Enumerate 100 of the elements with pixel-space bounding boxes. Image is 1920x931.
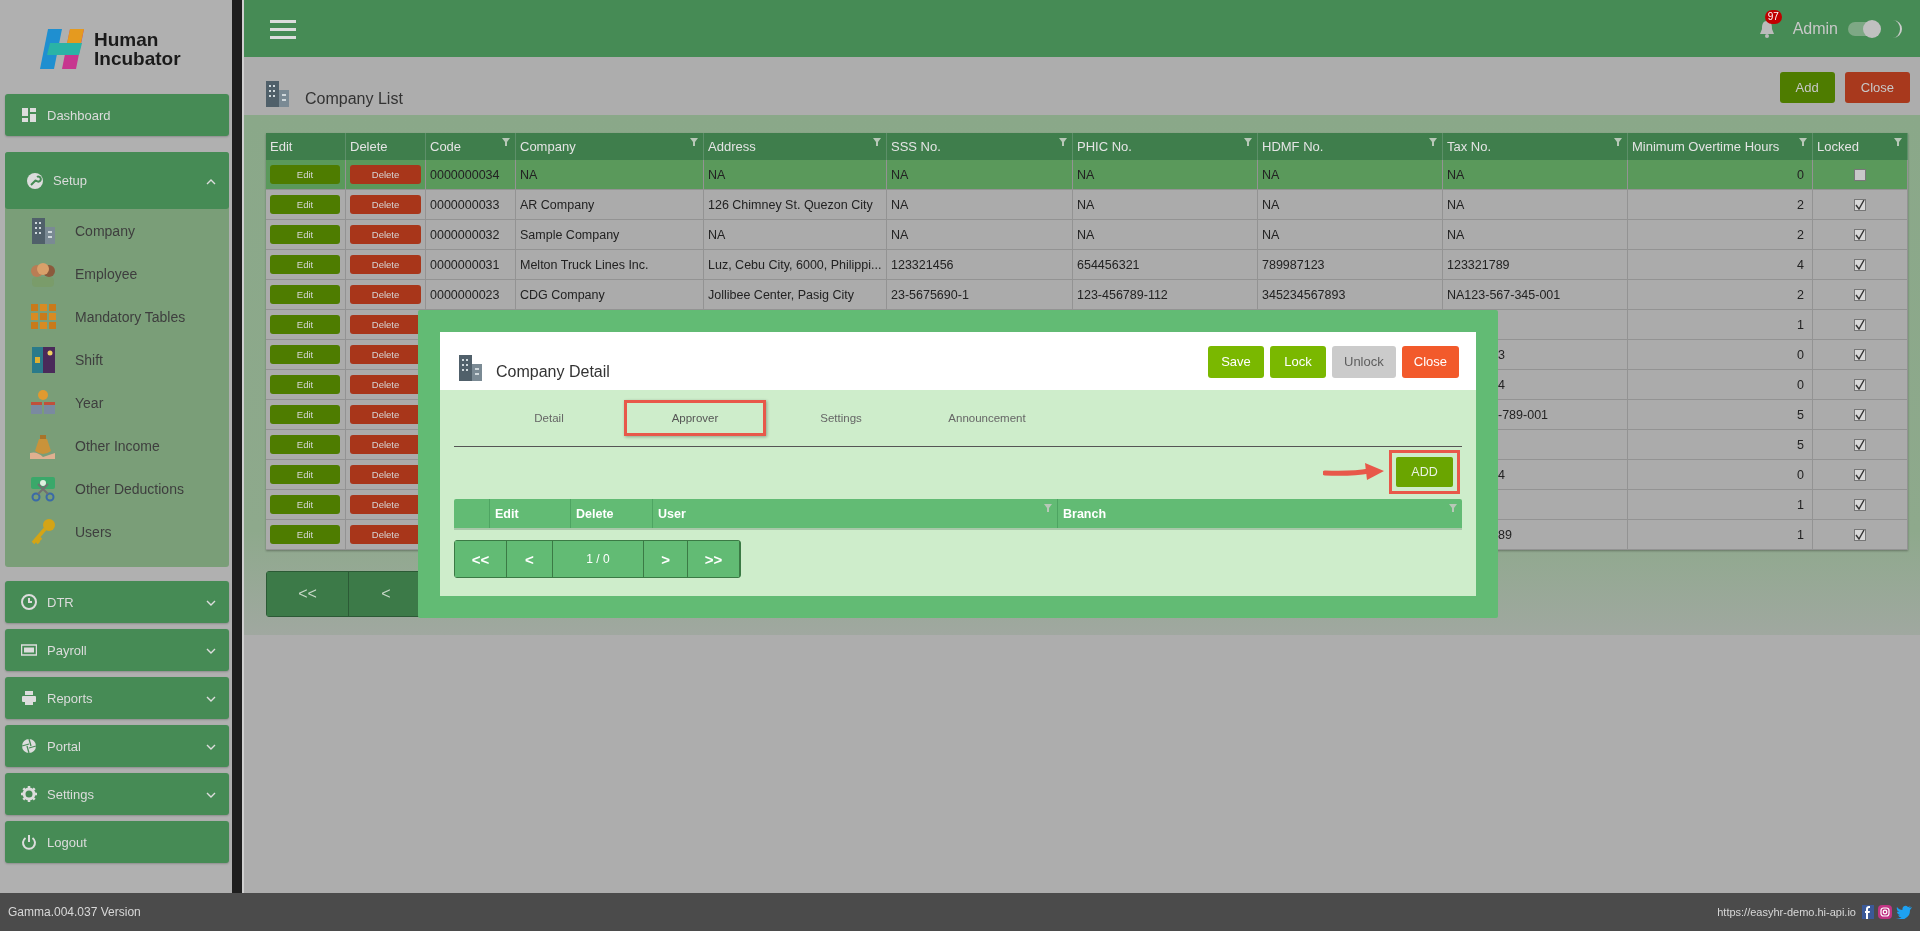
gear-icon: [21, 786, 37, 802]
table-cell: -789-001: [1498, 407, 1549, 422]
close-button[interactable]: Close: [1401, 345, 1459, 378]
menu-item[interactable]: Logout: [5, 821, 229, 863]
facebook-icon[interactable]: [1862, 905, 1874, 919]
filter-icon[interactable]: [1894, 138, 1902, 146]
filter-icon[interactable]: [873, 138, 881, 146]
submenu-item[interactable]: Year: [5, 381, 229, 424]
checkbox[interactable]: [1854, 468, 1866, 481]
submenu-item[interactable]: Shift: [5, 338, 229, 381]
table-cell: NA: [1077, 227, 1095, 242]
edit-button[interactable]: Edit: [270, 465, 340, 484]
delete-button[interactable]: Delete: [350, 525, 421, 544]
edit-button[interactable]: Edit: [270, 195, 340, 214]
table-row[interactable]: Edit Delete 0000000023 CDG Company Jollibee Center, Pasig City 23-5675690-1 123-456789-112 345234567893 NA123-567-345-001 2: [266, 280, 1908, 310]
url-link[interactable]: https://easyhr-demo.hi-api.io: [1717, 906, 1856, 918]
edit-button[interactable]: Edit: [270, 375, 340, 394]
checkmark-icon: [1855, 379, 1865, 390]
checkbox[interactable]: [1854, 288, 1866, 301]
bell-icon[interactable]: [1758, 19, 1775, 38]
page-title: Company List: [305, 90, 403, 108]
edit-button[interactable]: Edit: [270, 525, 340, 544]
delete-button[interactable]: Delete: [350, 405, 421, 424]
edit-button[interactable]: Edit: [270, 165, 340, 184]
menu-item[interactable]: DTR: [5, 581, 229, 623]
edit-button[interactable]: Edit: [270, 315, 340, 334]
submenu-item[interactable]: Mandatory Tables: [5, 295, 229, 338]
filter-icon[interactable]: [1429, 138, 1437, 146]
table-row[interactable]: Edit Delete 0000000033 AR Company 126 Chimney St. Quezon City NA NA NA NA 2: [266, 190, 1908, 220]
menu-item[interactable]: Setup: [5, 152, 229, 209]
pager-button[interactable]: <<: [267, 572, 349, 616]
column-header: SSS No.: [891, 139, 941, 154]
tab[interactable]: Settings: [770, 400, 912, 436]
menu-item[interactable]: Portal: [5, 725, 229, 767]
action-button[interactable]: Lock: [1270, 345, 1326, 378]
edit-button[interactable]: Edit: [270, 435, 340, 454]
instagram-icon[interactable]: [1878, 905, 1892, 919]
submenu-item[interactable]: Users: [5, 510, 229, 553]
filter-icon[interactable]: [1799, 138, 1807, 146]
filter-icon[interactable]: [1244, 138, 1252, 146]
table-row[interactable]: Edit Delete 0000000032 Sample Company NA NA NA NA NA 2: [266, 220, 1908, 250]
table-cell: Jollibee Center, Pasig City: [708, 287, 854, 302]
menu-item[interactable]: Payroll: [5, 629, 229, 671]
submenu-item[interactable]: Company: [5, 209, 229, 252]
table-row[interactable]: Edit Delete 0000000031 Melton Truck Lines Inc. Luz, Cebu City, 6000, Philippi... 123321456 654456321 789987123 123321789 4: [266, 250, 1908, 280]
checkbox[interactable]: [1854, 438, 1866, 451]
menu-item[interactable]: Settings: [5, 773, 229, 815]
pager-button[interactable]: <<: [455, 541, 507, 577]
checkbox[interactable]: [1854, 348, 1866, 361]
checkbox[interactable]: [1854, 258, 1866, 271]
delete-button[interactable]: Delete: [350, 345, 421, 364]
add-button[interactable]: Add: [1779, 71, 1835, 103]
delete-button[interactable]: Delete: [350, 465, 421, 484]
menu-icon[interactable]: [270, 18, 296, 39]
tab[interactable]: Announcement: [916, 400, 1058, 436]
table-cell: NA: [708, 167, 726, 182]
delete-button[interactable]: Delete: [350, 495, 421, 514]
checkbox[interactable]: [1854, 168, 1866, 181]
delete-button[interactable]: Delete: [350, 225, 421, 244]
checkbox[interactable]: [1854, 528, 1866, 541]
tab[interactable]: Approver: [624, 400, 766, 436]
checkbox[interactable]: [1854, 198, 1866, 211]
action-button[interactable]: Save: [1208, 345, 1264, 378]
delete-button[interactable]: Delete: [350, 285, 421, 304]
edit-button[interactable]: Edit: [270, 405, 340, 424]
checkbox[interactable]: [1854, 408, 1866, 421]
delete-button[interactable]: Delete: [350, 315, 421, 334]
toggle-switch[interactable]: [1848, 21, 1880, 36]
edit-button[interactable]: Edit: [270, 285, 340, 304]
edit-button[interactable]: Edit: [270, 495, 340, 514]
tab[interactable]: Detail: [478, 400, 620, 436]
delete-button[interactable]: Delete: [350, 255, 421, 274]
table-cell: 126 Chimney St. Quezon City: [708, 197, 873, 212]
filter-icon[interactable]: [1059, 138, 1067, 146]
edit-button[interactable]: Edit: [270, 225, 340, 244]
close-button[interactable]: Close: [1844, 71, 1910, 103]
edit-button[interactable]: Edit: [270, 345, 340, 364]
add-button[interactable]: ADD: [1396, 457, 1453, 487]
twitter-icon[interactable]: [1896, 905, 1912, 919]
submenu-item[interactable]: Other Income: [5, 424, 229, 467]
checkbox[interactable]: [1854, 318, 1866, 331]
delete-button[interactable]: Delete: [350, 195, 421, 214]
table-cell: 0000000033: [430, 197, 500, 212]
table-row[interactable]: Edit Delete 0000000034 NA NA NA NA NA NA 0: [266, 160, 1908, 190]
filter-icon[interactable]: [1614, 138, 1622, 146]
checkbox[interactable]: [1854, 498, 1866, 511]
filter-icon[interactable]: [690, 138, 698, 146]
menu-item[interactable]: Dashboard: [5, 94, 229, 136]
delete-button[interactable]: Delete: [350, 375, 421, 394]
checkmark-icon: [1855, 409, 1865, 420]
delete-button[interactable]: Delete: [350, 165, 421, 184]
checkbox[interactable]: [1854, 228, 1866, 241]
scrollbar[interactable]: [232, 0, 244, 893]
checkbox[interactable]: [1854, 378, 1866, 391]
menu-item[interactable]: Reports: [5, 677, 229, 719]
submenu-item[interactable]: Employee: [5, 252, 229, 295]
edit-button[interactable]: Edit: [270, 255, 340, 274]
filter-icon[interactable]: [502, 138, 510, 146]
delete-button[interactable]: Delete: [350, 435, 421, 454]
submenu-item[interactable]: Other Deductions: [5, 467, 229, 510]
